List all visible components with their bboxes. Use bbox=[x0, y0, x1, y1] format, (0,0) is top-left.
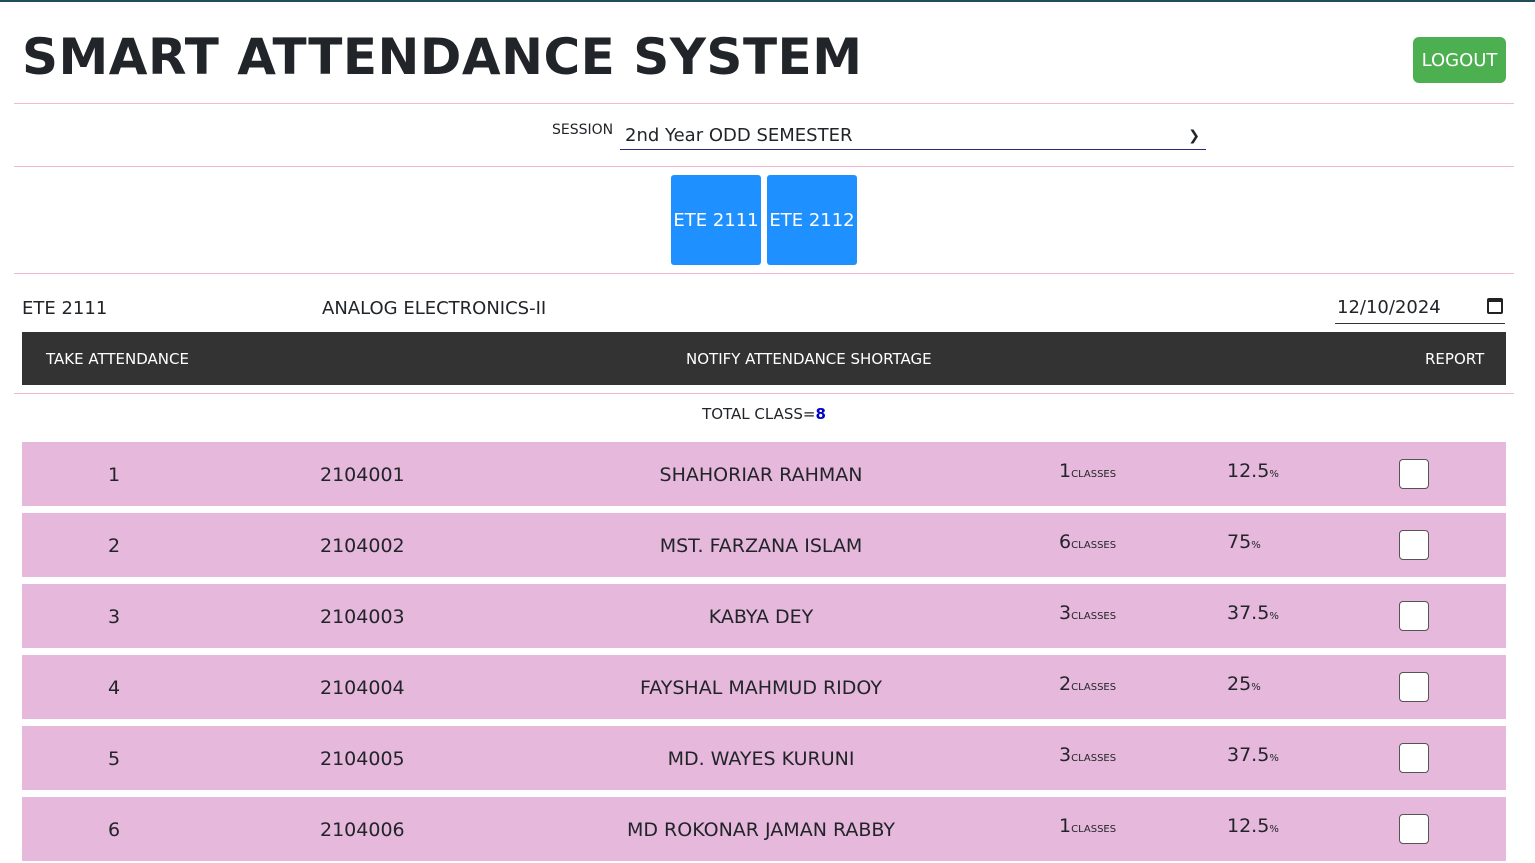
attendance-checkbox[interactable] bbox=[1399, 530, 1429, 560]
serial-cell: 5 bbox=[108, 748, 121, 770]
classes-cell: 2CLASSES bbox=[1059, 673, 1117, 695]
app-header: SMART ATTENDANCE SYSTEM LOGOUT bbox=[14, 2, 1514, 104]
course-button-ete-2111[interactable]: ETE 2111 bbox=[671, 175, 761, 265]
serial-cell: 3 bbox=[108, 606, 121, 628]
roll-cell: 2104003 bbox=[320, 606, 405, 628]
attendance-checkbox[interactable] bbox=[1399, 672, 1429, 702]
percentage-cell: 37.5% bbox=[1227, 744, 1279, 766]
table-row: 3 2104003 KABYA DEY 3CLASSES 37.5% bbox=[22, 584, 1506, 648]
session-bar: SESSION 2nd Year ODD SEMESTER ❯ bbox=[14, 104, 1514, 167]
classes-cell: 1CLASSES bbox=[1059, 460, 1117, 482]
course-info: ETE 2111 ANALOG ELECTRONICS-II 12/10/202… bbox=[0, 274, 1535, 332]
course-code: ETE 2111 bbox=[22, 298, 108, 319]
logout-button[interactable]: LOGOUT bbox=[1413, 37, 1506, 83]
table-row: 6 2104006 MD ROKONAR JAMAN RABBY 1CLASSE… bbox=[22, 797, 1506, 861]
name-cell: MST. FARZANA ISLAM bbox=[659, 535, 863, 557]
name-cell: FAYSHAL MAHMUD RIDOY bbox=[640, 677, 882, 699]
roll-cell: 2104001 bbox=[320, 464, 405, 486]
table-row: 5 2104005 MD. WAYES KURUNI 3CLASSES 37.5… bbox=[22, 726, 1506, 790]
session-selected-value: 2nd Year ODD SEMESTER bbox=[625, 125, 853, 146]
classes-cell: 1CLASSES bbox=[1059, 815, 1117, 837]
calendar-icon[interactable] bbox=[1487, 298, 1503, 314]
name-cell: MD ROKONAR JAMAN RABBY bbox=[626, 819, 896, 841]
attendance-checkbox[interactable] bbox=[1399, 743, 1429, 773]
attendance-checkbox[interactable] bbox=[1399, 601, 1429, 631]
name-cell: MD. WAYES KURUNI bbox=[667, 748, 855, 770]
session-select[interactable]: 2nd Year ODD SEMESTER ❯ bbox=[620, 122, 1206, 150]
percentage-cell: 12.5% bbox=[1227, 815, 1279, 837]
total-class-label: TOTAL CLASS= bbox=[702, 405, 816, 423]
table-row: 1 2104001 SHAHORIAR RAHMAN 1CLASSES 12.5… bbox=[22, 442, 1506, 506]
roll-cell: 2104006 bbox=[320, 819, 405, 841]
roll-cell: 2104002 bbox=[320, 535, 405, 557]
serial-cell: 1 bbox=[108, 464, 121, 486]
name-cell: KABYA DEY bbox=[708, 606, 814, 628]
roll-cell: 2104005 bbox=[320, 748, 405, 770]
date-input[interactable]: 12/10/2024 bbox=[1335, 294, 1505, 324]
app-title: SMART ATTENDANCE SYSTEM bbox=[22, 28, 863, 86]
classes-cell: 3CLASSES bbox=[1059, 602, 1117, 624]
chevron-down-icon: ❯ bbox=[1188, 128, 1200, 144]
attendance-checkbox[interactable] bbox=[1399, 459, 1429, 489]
notify-shortage-link[interactable]: NOTIFY ATTENDANCE SHORTAGE bbox=[686, 350, 932, 368]
classes-cell: 6CLASSES bbox=[1059, 531, 1117, 553]
course-name: ANALOG ELECTRONICS-II bbox=[322, 298, 547, 319]
roll-cell: 2104004 bbox=[320, 677, 405, 699]
total-class-summary: TOTAL CLASS=8 bbox=[14, 393, 1514, 437]
percentage-cell: 37.5% bbox=[1227, 602, 1279, 624]
classes-cell: 3CLASSES bbox=[1059, 744, 1117, 766]
course-button-ete-2112[interactable]: ETE 2112 bbox=[767, 175, 857, 265]
total-class-value: 8 bbox=[815, 405, 826, 423]
percentage-cell: 12.5% bbox=[1227, 460, 1279, 482]
serial-cell: 6 bbox=[108, 819, 121, 841]
attendance-checkbox[interactable] bbox=[1399, 814, 1429, 844]
report-link[interactable]: REPORT bbox=[1425, 350, 1484, 368]
take-attendance-link[interactable]: TAKE ATTENDANCE bbox=[46, 350, 189, 368]
table-row: 2 2104002 MST. FARZANA ISLAM 6CLASSES 75… bbox=[22, 513, 1506, 577]
percentage-cell: 25% bbox=[1227, 673, 1261, 695]
percentage-cell: 75% bbox=[1227, 531, 1261, 553]
table-row: 4 2104004 FAYSHAL MAHMUD RIDOY 2CLASSES … bbox=[22, 655, 1506, 719]
serial-cell: 4 bbox=[108, 677, 121, 699]
serial-cell: 2 bbox=[108, 535, 121, 557]
action-bar: TAKE ATTENDANCE NOTIFY ATTENDANCE SHORTA… bbox=[22, 332, 1506, 385]
name-cell: SHAHORIAR RAHMAN bbox=[659, 464, 863, 486]
date-value: 12/10/2024 bbox=[1337, 297, 1441, 318]
session-label: SESSION bbox=[552, 122, 614, 138]
course-buttons-bar: ETE 2111 ETE 2112 bbox=[14, 167, 1514, 274]
